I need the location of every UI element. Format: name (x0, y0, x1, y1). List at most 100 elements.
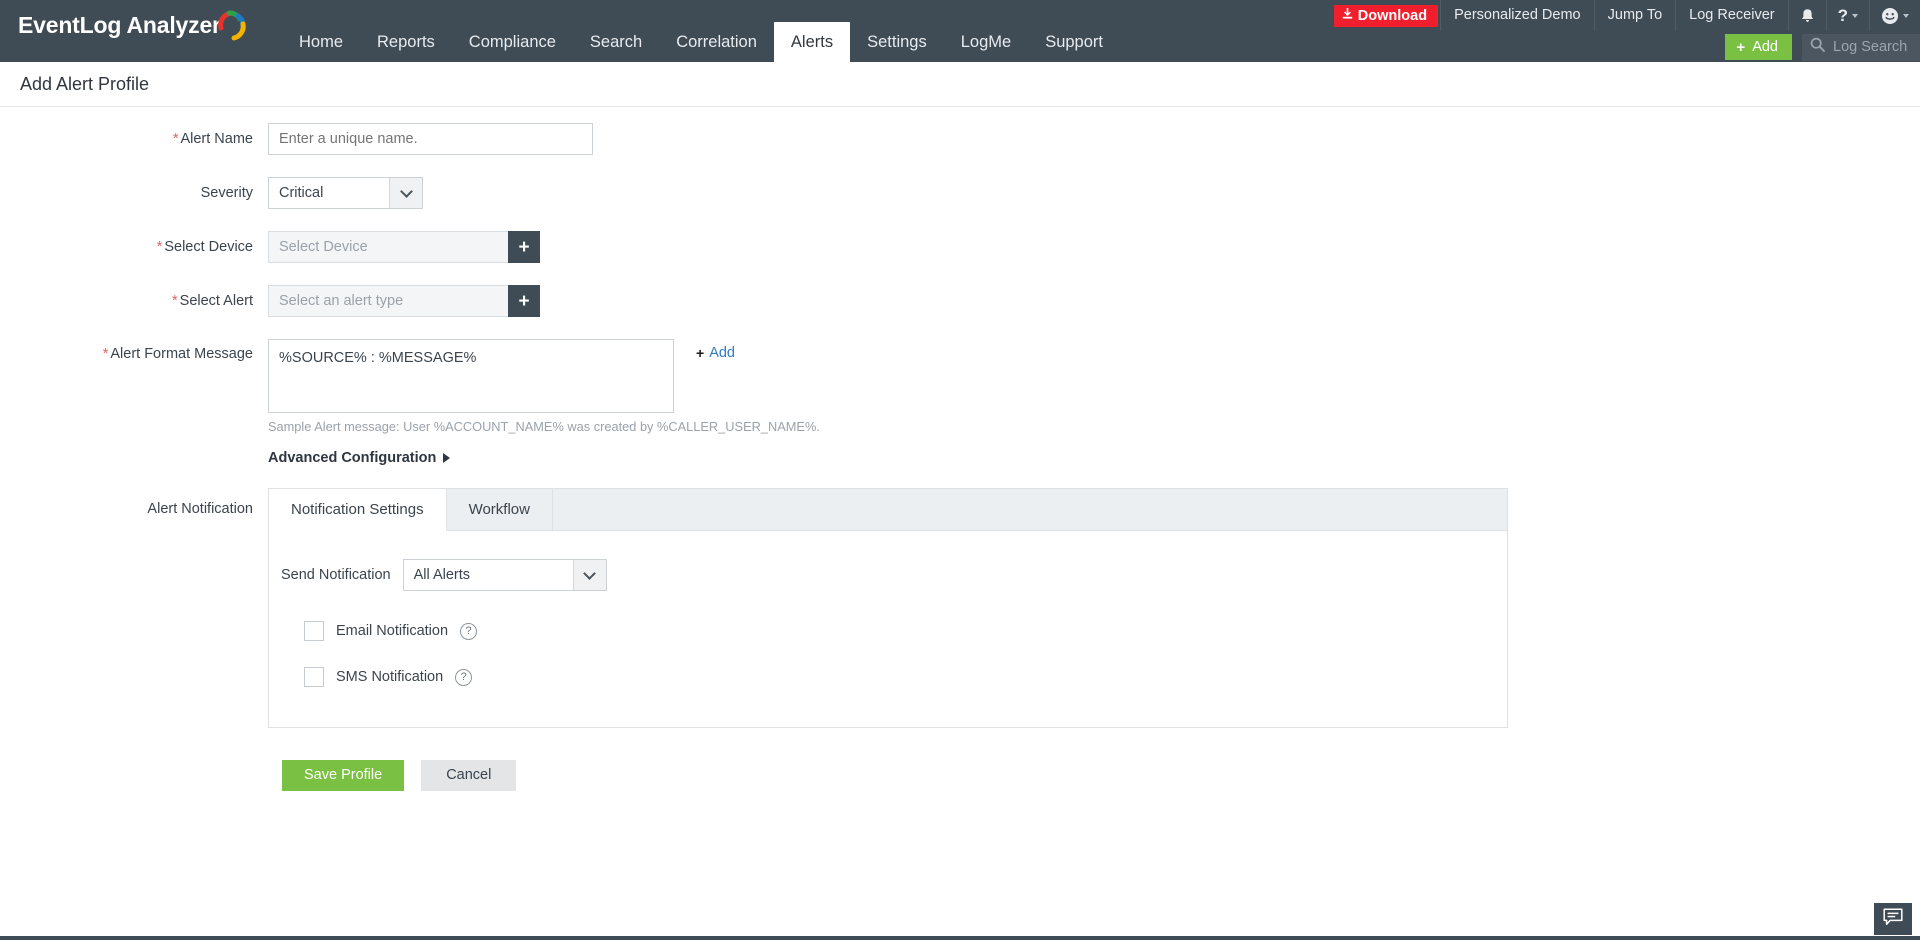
chevron-down-icon (1852, 13, 1858, 18)
select-alert-picker: Select an alert type + (268, 285, 540, 317)
alert-format-message-textarea[interactable] (268, 339, 674, 413)
sms-notification-row: SMS Notification ? (304, 667, 1507, 687)
select-device-add-button[interactable]: + (508, 231, 540, 263)
severity-dropdown-arrow[interactable] (389, 178, 422, 208)
download-icon (1342, 5, 1353, 27)
plus-icon: + (1736, 38, 1746, 56)
nav-item-home[interactable]: Home (282, 22, 360, 62)
nav-item-logme[interactable]: LogMe (944, 22, 1028, 62)
email-notification-checkbox[interactable] (304, 621, 324, 641)
add-alert-profile-form: *Alert Name Severity Critical *Select De… (0, 107, 1920, 791)
main-navigation: Home Reports Compliance Search Correlati… (282, 0, 1120, 62)
add-link-label: Add (709, 345, 735, 361)
nav-item-compliance[interactable]: Compliance (452, 22, 573, 62)
label-severity: Severity (200, 185, 253, 201)
user-account-icon[interactable] (1869, 0, 1920, 31)
triangle-right-icon (443, 453, 451, 463)
cancel-button[interactable]: Cancel (421, 760, 517, 791)
nav-item-support[interactable]: Support (1028, 22, 1120, 62)
field-row-advanced-configuration: Advanced Configuration (0, 444, 1920, 466)
label-send-notification: Send Notification (281, 567, 391, 583)
tab-workflow[interactable]: Workflow (447, 489, 553, 531)
plus-icon: + (696, 345, 705, 361)
search-icon (1810, 37, 1825, 57)
jump-to-link[interactable]: Jump To (1593, 0, 1676, 31)
label-text: Alert Format Message (110, 346, 253, 362)
sample-alert-message-note: Sample Alert message: User %ACCOUNT_NAME… (268, 419, 820, 434)
plus-icon: + (518, 290, 530, 312)
send-notification-selected-value: All Alerts (413, 567, 471, 583)
email-notification-help-icon[interactable]: ? (460, 622, 478, 640)
chevron-down-icon (1903, 13, 1909, 18)
select-device-picker: Select Device + (268, 231, 540, 263)
send-notification-dropdown-arrow[interactable] (572, 560, 606, 590)
sms-notification-help-icon[interactable]: ? (455, 668, 473, 686)
page-title-bar: Add Alert Profile (0, 62, 1920, 107)
label-alert-name: * Alert Name (0, 123, 268, 155)
footer-bar (0, 936, 1920, 940)
field-row-alert-name: * Alert Name (0, 123, 1920, 155)
advanced-configuration-toggle[interactable]: Advanced Configuration (268, 450, 451, 466)
notification-panel-body: Send Notification All Alerts Email Notif… (269, 531, 1507, 727)
chevron-down-icon (399, 184, 413, 198)
label-text: Select Device (164, 239, 253, 255)
log-receiver-link[interactable]: Log Receiver (1675, 0, 1787, 31)
logo-text: EventLog Analyzer (18, 11, 221, 38)
required-asterisk: * (102, 346, 109, 362)
label-alert-notification: Alert Notification (147, 501, 253, 517)
top-header: EventLog Analyzer Home Reports Complianc… (0, 0, 1920, 62)
nav-item-settings[interactable]: Settings (850, 22, 944, 62)
personalized-demo-link[interactable]: Personalized Demo (1440, 0, 1594, 31)
notification-panel-tabs: Notification Settings Workflow (269, 489, 1507, 531)
select-alert-field[interactable]: Select an alert type (268, 285, 508, 317)
alert-name-input[interactable] (268, 123, 593, 155)
bell-icon[interactable] (1787, 0, 1826, 31)
add-button-label: Add (1752, 39, 1778, 55)
required-asterisk: * (172, 131, 179, 147)
log-search-placeholder: Log Search (1833, 39, 1908, 55)
required-asterisk: * (172, 293, 178, 309)
select-alert-add-button[interactable]: + (508, 285, 540, 317)
label-alert-format-message: * Alert Format Message (0, 339, 268, 369)
label-select-alert: * Select Alert (0, 285, 268, 317)
label-text: Select Alert (179, 293, 253, 309)
chevron-down-icon (583, 566, 596, 580)
log-search-input[interactable]: Log Search (1802, 33, 1920, 61)
sms-notification-checkbox[interactable] (304, 667, 324, 687)
severity-select[interactable]: Critical (268, 177, 423, 209)
header-action-row: + Add Log Search (1725, 32, 1920, 62)
download-label: Download (1357, 7, 1428, 24)
form-action-buttons: Save Profile Cancel (282, 760, 1920, 791)
send-notification-select[interactable]: All Alerts (402, 559, 607, 591)
advanced-configuration-label: Advanced Configuration (268, 450, 437, 466)
page-title: Add Alert Profile (20, 73, 150, 94)
nav-item-correlation[interactable]: Correlation (659, 22, 774, 62)
plus-icon: + (518, 236, 530, 258)
field-row-severity: Severity Critical (0, 177, 1920, 209)
tab-notification-settings[interactable]: Notification Settings (269, 489, 447, 531)
field-row-alert-format-message: *Alert Format Message + Add Sample Alert… (0, 339, 1920, 434)
download-button[interactable]: Download (1333, 4, 1439, 27)
email-notification-label: Email Notification (336, 623, 449, 639)
label-select-device: * Select Device (0, 231, 268, 263)
alert-notification-panel: Notification Settings Workflow Send Noti… (268, 488, 1508, 728)
severity-selected-value: Critical (279, 185, 324, 201)
select-device-field[interactable]: Select Device (268, 231, 508, 263)
nav-item-search[interactable]: Search (573, 22, 659, 62)
email-notification-row: Email Notification ? (304, 621, 1507, 641)
help-icon[interactable]: ? (1825, 0, 1869, 31)
add-button[interactable]: + Add (1725, 34, 1792, 60)
logo-arc-icon (215, 8, 249, 42)
save-profile-button[interactable]: Save Profile (282, 760, 405, 791)
add-format-variable-link[interactable]: + Add (696, 345, 735, 361)
required-asterisk: * (156, 239, 163, 255)
app-logo[interactable]: EventLog Analyzer (18, 8, 249, 42)
nav-item-reports[interactable]: Reports (360, 22, 452, 62)
chat-support-button[interactable] (1874, 903, 1912, 935)
field-row-select-device: * Select Device Select Device + (0, 231, 1920, 263)
utility-bar: Download Personalized Demo Jump To Log R… (1333, 0, 1920, 31)
label-text: Alert Name (180, 131, 253, 147)
nav-item-alerts[interactable]: Alerts (773, 22, 851, 62)
chat-bubble-icon (1883, 907, 1903, 931)
sms-notification-label: SMS Notification (336, 669, 444, 685)
